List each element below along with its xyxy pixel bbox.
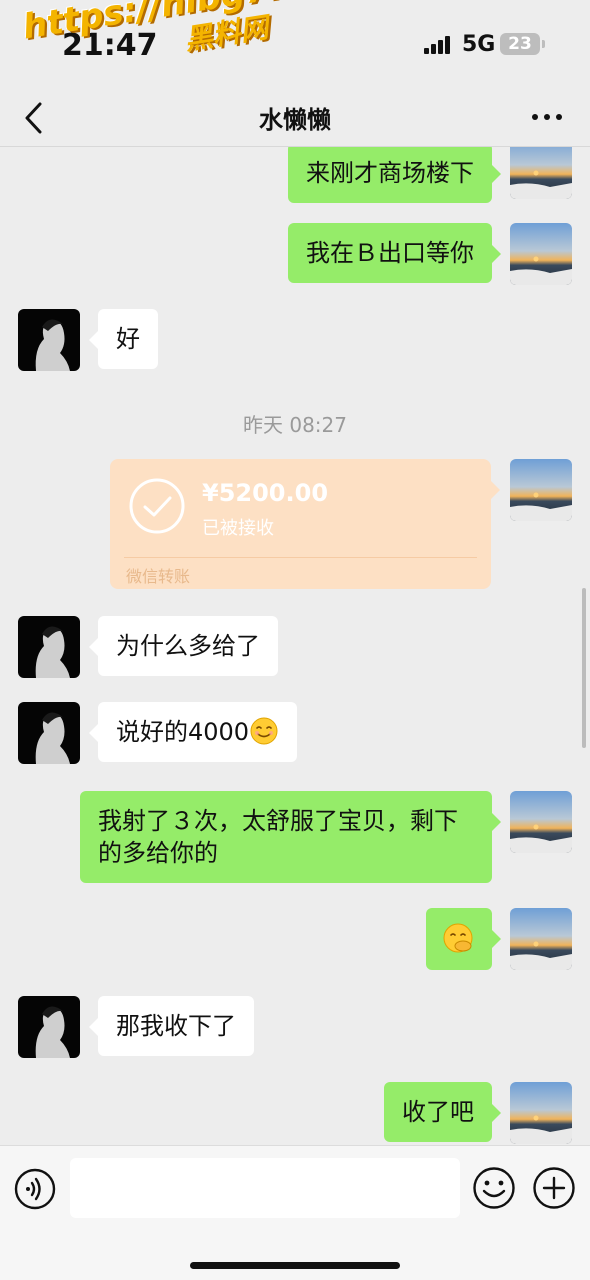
sent-message-bubble[interactable]: 收了吧 xyxy=(384,1082,501,1142)
message-text: 说好的4000 xyxy=(116,718,250,746)
network-type: 5G xyxy=(462,32,496,57)
smiling-face-emoji-icon xyxy=(250,717,278,745)
more-options-icon[interactable] xyxy=(532,102,564,132)
chat-title: 水懒懒 xyxy=(259,106,331,134)
my-avatar[interactable] xyxy=(510,459,572,521)
my-avatar[interactable] xyxy=(510,223,572,285)
received-message-bubble[interactable]: 为什么多给了 xyxy=(89,616,278,676)
check-circle-icon xyxy=(129,478,185,534)
contact-avatar[interactable] xyxy=(18,309,80,371)
sent-message-bubble[interactable]: 来刚才商场楼下 xyxy=(288,147,501,203)
my-avatar[interactable] xyxy=(510,147,572,199)
message-input[interactable] xyxy=(70,1158,460,1218)
transfer-source: 微信转账 xyxy=(126,567,191,586)
input-bar xyxy=(0,1145,590,1280)
sent-message-bubble[interactable]: 我射了３次，太舒服了宝贝，剩下的多给你的 xyxy=(80,791,501,883)
my-avatar[interactable] xyxy=(510,908,572,970)
transfer-divider xyxy=(124,557,477,558)
battery-icon: 23 xyxy=(500,33,545,55)
received-message-bubble[interactable]: 说好的4000 xyxy=(88,702,298,762)
timestamp: 昨天 08:27 xyxy=(243,413,347,437)
sent-message-bubble[interactable]: 我在Ｂ出口等你 xyxy=(288,223,501,283)
received-message-bubble[interactable]: 好 xyxy=(89,309,158,369)
my-avatar[interactable] xyxy=(510,1082,572,1144)
message-list[interactable]: 来刚才商场楼下 我在Ｂ出口等你 好 昨天 08:27 ¥5200.00 已被接收… xyxy=(0,147,590,1145)
received-message-bubble[interactable]: 那我收下了 xyxy=(89,996,254,1056)
contact-avatar[interactable] xyxy=(18,702,80,764)
contact-avatar[interactable] xyxy=(18,996,80,1058)
plus-icon[interactable] xyxy=(532,1166,576,1210)
emoji-icon[interactable] xyxy=(472,1166,516,1210)
chat-header: 水懒懒 xyxy=(0,90,590,146)
transfer-amount: ¥5200.00 xyxy=(202,479,329,507)
hand-over-mouth-emoji-icon xyxy=(443,923,473,953)
scrollbar[interactable] xyxy=(582,588,586,748)
home-indicator[interactable] xyxy=(190,1262,400,1269)
transfer-status: 已被接收 xyxy=(202,518,274,539)
sent-message-bubble[interactable] xyxy=(426,908,501,970)
voice-icon[interactable] xyxy=(14,1168,56,1210)
transfer-card[interactable]: ¥5200.00 已被接收 微信转账 xyxy=(110,459,500,589)
contact-avatar[interactable] xyxy=(18,616,80,678)
my-avatar[interactable] xyxy=(510,791,572,853)
signal-icon xyxy=(424,36,452,54)
